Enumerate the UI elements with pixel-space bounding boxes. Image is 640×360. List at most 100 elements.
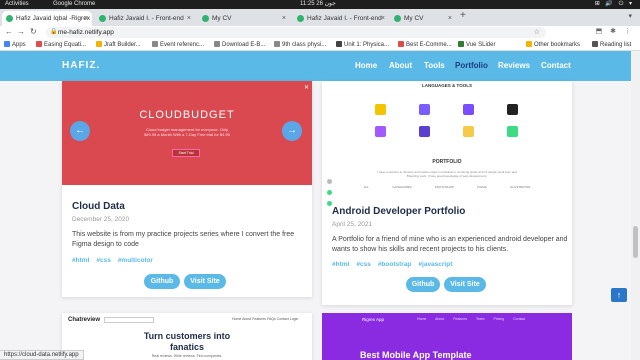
project-description: A Portfolio for a friend of mine who is …: [332, 236, 568, 253]
favicon-icon: [6, 15, 13, 22]
preview-side-controls: [327, 179, 333, 212]
tag[interactable]: #html: [332, 261, 349, 268]
preview-text: I have a passion to develop and create m…: [377, 170, 517, 178]
bookmark-icon: [36, 41, 42, 47]
project-date: December 25, 2020: [72, 216, 130, 223]
nav-contact[interactable]: Contact: [541, 61, 571, 70]
project-preview[interactable]: LANGUAGES & TOOLS PORTFOLIO I have a pas…: [322, 81, 572, 193]
headline-line: fanatics: [169, 342, 204, 352]
site-logo[interactable]: HAFIZ.: [62, 60, 100, 71]
preview-nav-item: PHOTOSHOP: [434, 185, 454, 189]
favicon-icon: [297, 15, 304, 22]
nav-portfolio[interactable]: Portfolio: [455, 61, 488, 70]
other-bookmarks[interactable]: Other bookmarks: [526, 39, 580, 51]
tag[interactable]: #css: [96, 257, 110, 264]
browser-tab[interactable]: Hafiz Javaid Iqbal -Rigrex ×: [2, 11, 92, 26]
reading-list-icon: [592, 41, 598, 47]
bookmark-item[interactable]: Jraft Builder...: [96, 39, 141, 51]
close-tab-icon[interactable]: ×: [84, 11, 88, 26]
carousel-next-arrow-icon[interactable]: →: [282, 121, 302, 141]
bookmark-item[interactable]: Event referenc...: [152, 39, 204, 51]
close-tab-icon[interactable]: ×: [282, 11, 286, 26]
apps-icon: [4, 41, 10, 47]
reload-icon[interactable]: ↻: [30, 27, 37, 36]
bookmark-label: Easing Equati...: [44, 42, 87, 48]
github-button[interactable]: Github: [144, 274, 180, 289]
url-text: me-hafiz.netlify.app: [58, 29, 114, 36]
preview-nav: Home About Features Team Pricing Contact: [417, 317, 526, 321]
preview-subtext: Real reviews. Write reviews. Find compan…: [151, 354, 223, 358]
browser-tab[interactable]: My CV ×: [390, 11, 456, 26]
site-navbar: HAFIZ. Home About Tools Portfolio Review…: [0, 51, 631, 81]
visit-site-button[interactable]: Visit Site: [444, 277, 486, 292]
browser-tab[interactable]: My CV ×: [198, 11, 290, 26]
project-preview-carousel[interactable]: CLOUDBUDGET Cloud budget management for …: [62, 81, 312, 185]
close-tab-icon[interactable]: ×: [381, 11, 385, 26]
project-card: Rigrex App Home About Features Team Pric…: [322, 313, 572, 360]
bookmark-label: Other bookmarks: [534, 42, 581, 48]
new-tab-button[interactable]: +: [460, 10, 466, 21]
kotlin-logo-icon: [419, 104, 430, 115]
bookmark-icon: [96, 41, 102, 47]
tab-title: Hafiz Javaid Iqbal -Rigrex: [16, 15, 91, 22]
github-button[interactable]: Github: [406, 277, 440, 292]
tag[interactable]: #multicolor: [118, 257, 153, 264]
favicon-icon: [202, 15, 209, 22]
bookmark-icon: [274, 41, 280, 47]
tab-search-icon[interactable]: ▾: [628, 12, 632, 20]
tab-title: Hafiz Javaid I. - Front-end: [307, 15, 382, 22]
carousel-prev-arrow-icon[interactable]: ←: [70, 121, 90, 141]
tag[interactable]: #bootstrap: [378, 261, 412, 268]
project-card: LANGUAGES & TOOLS PORTFOLIO I have a pas…: [322, 81, 572, 305]
preview-section-heading: LANGUAGES & TOOLS: [422, 83, 472, 88]
tag[interactable]: #javascript: [418, 261, 452, 268]
address-bar[interactable]: 🔒 me-hafiz.netlify.app ☆: [46, 27, 546, 38]
preview-nav-item: CATEGORIES: [392, 185, 412, 189]
app-menu[interactable]: Google Chrome: [53, 0, 95, 9]
back-icon[interactable]: ←: [5, 27, 13, 36]
tag[interactable]: #css: [356, 261, 370, 268]
bookmark-label: 9th class physi...: [282, 42, 327, 48]
bookmark-apps[interactable]: Apps: [4, 39, 26, 51]
preview-nav-item: ILLUSTRATOR: [509, 185, 531, 189]
bookmark-star-icon[interactable]: ☆: [534, 27, 540, 38]
extension-icons[interactable]: ⬒ ✱ ⋮: [596, 27, 634, 35]
project-title: Cloud Data: [72, 201, 125, 212]
close-tab-icon[interactable]: ×: [187, 11, 191, 26]
close-tab-icon[interactable]: ×: [448, 11, 452, 26]
tag[interactable]: #html: [72, 257, 89, 264]
nav-home[interactable]: Home: [355, 61, 377, 70]
preview-headline: Best Mobile App Template: [360, 350, 472, 360]
nav-about[interactable]: About: [389, 61, 412, 70]
browser-tab[interactable]: Hafiz Javaid I. - Front-end ×: [95, 11, 195, 26]
scroll-to-top-button[interactable]: ↑: [611, 288, 627, 302]
bookmark-item[interactable]: Download E-B...: [214, 39, 265, 51]
bookmark-icon: [336, 41, 342, 47]
page-scrollbar[interactable]: [631, 51, 640, 360]
activities-button[interactable]: Activities: [5, 0, 29, 9]
bookmark-item[interactable]: Unit 1: Physica...: [336, 39, 389, 51]
browser-tab[interactable]: Hafiz Javaid I. - Front-end ×: [293, 11, 389, 26]
reading-list[interactable]: Reading list: [592, 39, 631, 51]
clock[interactable]: 11:25 26 جون: [300, 0, 336, 9]
preview-logo: Chatreview: [68, 317, 101, 323]
bookmark-item[interactable]: Vue SLider: [458, 39, 495, 51]
nav-reviews[interactable]: Reviews: [498, 61, 530, 70]
bookmark-label: Event referenc...: [160, 42, 205, 48]
preview-section-heading: PORTFOLIO: [432, 159, 462, 165]
bookmark-item[interactable]: Easing Equati...: [36, 39, 86, 51]
lock-icon: 🔒: [50, 29, 58, 35]
preview-subtitle: Cloud budget management for everyone. On…: [144, 127, 230, 137]
bookmark-icon: [458, 41, 464, 47]
bookmark-icon: [398, 41, 404, 47]
preview-nav-item: ALL: [363, 185, 369, 189]
bookmark-item[interactable]: Best E-Comme...: [398, 39, 452, 51]
system-tray[interactable]: ⊞ 🔊 ⏻ ▾: [595, 0, 634, 9]
bookmark-label: Download E-B...: [222, 42, 266, 48]
preview-title: CLOUDBUDGET: [139, 109, 235, 121]
forward-icon[interactable]: →: [17, 27, 25, 36]
bookmark-item[interactable]: 9th class physi...: [274, 39, 326, 51]
nav-tools[interactable]: Tools: [424, 61, 445, 70]
visit-site-button[interactable]: Visit Site: [184, 274, 226, 289]
scrollbar-thumb[interactable]: [633, 226, 638, 258]
